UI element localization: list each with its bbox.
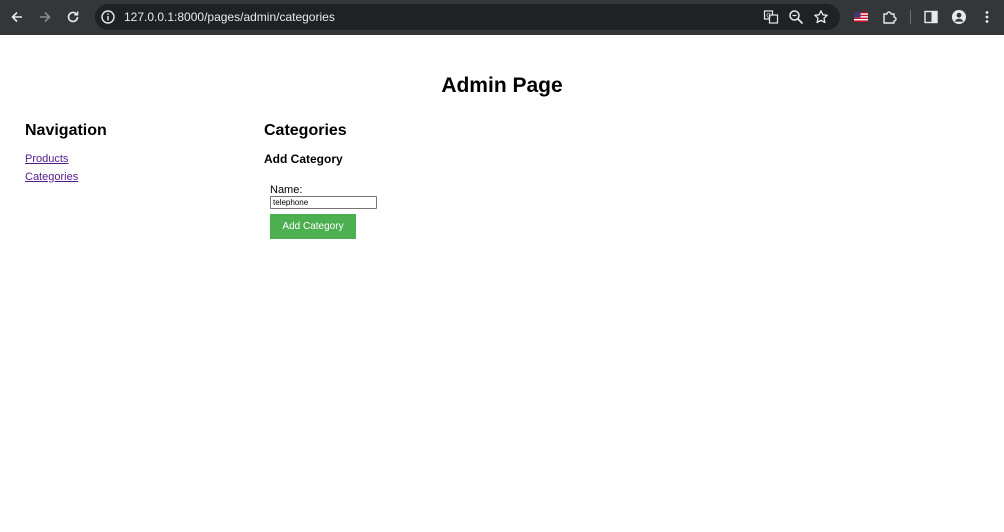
categories-heading: Categories (264, 122, 347, 139)
nav-link-categories[interactable]: Categories (25, 170, 78, 184)
profile-icon[interactable] (951, 9, 967, 25)
category-name-input[interactable] (270, 196, 377, 209)
page-content: Admin Page Navigation Products Categorie… (0, 35, 1004, 532)
add-category-heading: Add Category (264, 152, 343, 166)
side-panel-icon[interactable] (923, 9, 939, 25)
reload-icon (67, 11, 79, 23)
toolbar-separator (910, 10, 911, 24)
back-button[interactable] (6, 6, 28, 28)
address-bar[interactable]: 127.0.0.1:8000/pages/admin/categories G (95, 4, 840, 30)
svg-text:G: G (766, 13, 771, 20)
forward-icon (40, 11, 51, 23)
browser-toolbar: 127.0.0.1:8000/pages/admin/categories G (0, 0, 1004, 35)
add-category-button[interactable]: Add Category (270, 214, 356, 239)
translate-icon[interactable]: G (763, 9, 779, 25)
reload-button[interactable] (62, 6, 84, 28)
extensions-icon[interactable] (881, 9, 897, 25)
back-icon (11, 11, 22, 23)
flag-icon[interactable] (853, 9, 869, 25)
zoom-icon[interactable] (788, 9, 804, 25)
menu-icon[interactable] (979, 9, 995, 25)
forward-button[interactable] (34, 6, 56, 28)
bookmark-star-icon[interactable] (813, 9, 829, 25)
url-text: 127.0.0.1:8000/pages/admin/categories (124, 10, 335, 24)
nav-link-products[interactable]: Products (25, 152, 68, 166)
site-info-icon[interactable] (100, 9, 116, 25)
page-title: Admin Page (441, 74, 563, 97)
name-label: Name: (270, 184, 303, 196)
navigation-heading: Navigation (25, 122, 107, 139)
